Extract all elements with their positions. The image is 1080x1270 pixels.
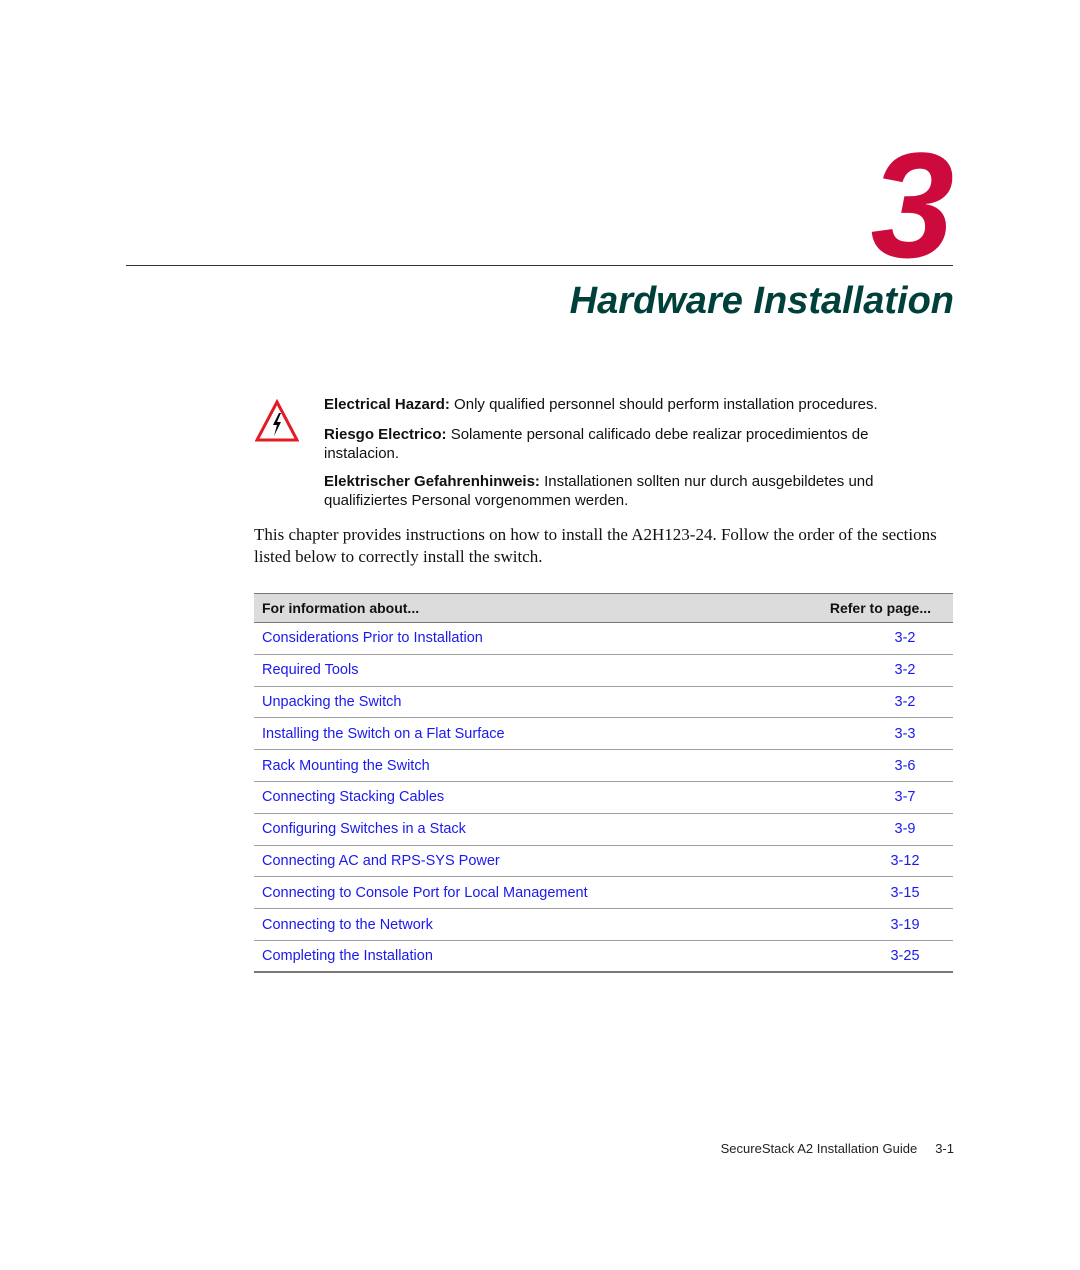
table-row: Rack Mounting the Switch 3-6 bbox=[254, 750, 953, 782]
chapter-divider bbox=[126, 265, 953, 266]
warning-label: Riesgo Electrico: bbox=[324, 426, 447, 443]
page-link[interactable]: 3-25 bbox=[865, 948, 945, 964]
topic-link[interactable]: Rack Mounting the Switch bbox=[262, 758, 430, 774]
table-row: Considerations Prior to Installation 3-2 bbox=[254, 623, 953, 655]
table-row: Connecting to the Network 3-19 bbox=[254, 909, 953, 941]
page-footer: SecureStack A2 Installation Guide 3-1 bbox=[721, 1141, 954, 1156]
footer-guide-title: SecureStack A2 Installation Guide bbox=[720, 1141, 918, 1156]
page-link[interactable]: 3-3 bbox=[865, 726, 945, 742]
table-row: Connecting Stacking Cables 3-7 bbox=[254, 782, 953, 814]
header-topic: For information about... bbox=[262, 600, 420, 616]
table-row: Installing the Switch on a Flat Surface 3… bbox=[254, 718, 953, 751]
page-link[interactable]: 3-9 bbox=[865, 821, 945, 837]
warning-spanish: Riesgo Electrico: Solamente personal cal… bbox=[324, 425, 944, 463]
page-link[interactable]: 3-19 bbox=[865, 917, 945, 933]
topic-link[interactable]: Unpacking the Switch bbox=[262, 694, 401, 710]
warning-text: Only qualified personnel should perform … bbox=[449, 396, 878, 413]
table-header: For information about... Refer to page..… bbox=[254, 593, 953, 623]
warning-german: Elektrischer Gefahrenhinweis: Installati… bbox=[324, 472, 944, 510]
intro-paragraph: This chapter provides instructions on ho… bbox=[254, 525, 937, 566]
topic-link[interactable]: Installing the Switch on a Flat Surface bbox=[262, 726, 505, 742]
header-page: Refer to page... bbox=[829, 600, 931, 616]
topic-link[interactable]: Connecting Stacking Cables bbox=[262, 789, 444, 805]
page-link[interactable]: 3-7 bbox=[865, 789, 945, 805]
topic-link[interactable]: Connecting AC and RPS-SYS Power bbox=[262, 853, 500, 869]
warning-label: Electrical Hazard: bbox=[324, 396, 450, 413]
chapter-number: 3 bbox=[870, 121, 954, 289]
topic-link[interactable]: Configuring Switches in a Stack bbox=[262, 821, 466, 837]
warning-english: Electrical Hazard: Only qualified person… bbox=[324, 395, 944, 414]
table-row: Configuring Switches in a Stack 3-9 bbox=[254, 814, 953, 846]
page-link[interactable]: 3-12 bbox=[865, 853, 945, 869]
warning-label: Elektrischer Gefahrenhinweis: bbox=[324, 473, 540, 490]
table-row: Connecting to Console Port for Local Man… bbox=[254, 877, 953, 910]
table-row: Unpacking the Switch 3-2 bbox=[254, 687, 953, 719]
page-link[interactable]: 3-2 bbox=[865, 694, 945, 710]
chapter-title: Hardware Installation bbox=[569, 280, 954, 322]
table-row: Connecting AC and RPS-SYS Power 3-12 bbox=[254, 846, 953, 878]
page-link[interactable]: 3-6 bbox=[865, 758, 945, 774]
topic-link[interactable]: Connecting to the Network bbox=[262, 917, 433, 933]
footer-page-number: 3-1 bbox=[935, 1141, 954, 1156]
page-link[interactable]: 3-2 bbox=[865, 662, 945, 678]
topic-link[interactable]: Considerations Prior to Installation bbox=[262, 630, 483, 646]
topic-link[interactable]: Required Tools bbox=[262, 662, 358, 678]
electrical-hazard-icon bbox=[255, 399, 299, 442]
contents-table: For information about... Refer to page..… bbox=[254, 593, 953, 973]
table-row: Required Tools 3-2 bbox=[254, 655, 953, 687]
table-row: Completing the Installation 3-25 bbox=[254, 941, 953, 973]
page-link[interactable]: 3-15 bbox=[865, 885, 945, 901]
page-link[interactable]: 3-2 bbox=[865, 630, 945, 646]
topic-link[interactable]: Connecting to Console Port for Local Man… bbox=[262, 885, 588, 901]
topic-link[interactable]: Completing the Installation bbox=[262, 948, 433, 964]
